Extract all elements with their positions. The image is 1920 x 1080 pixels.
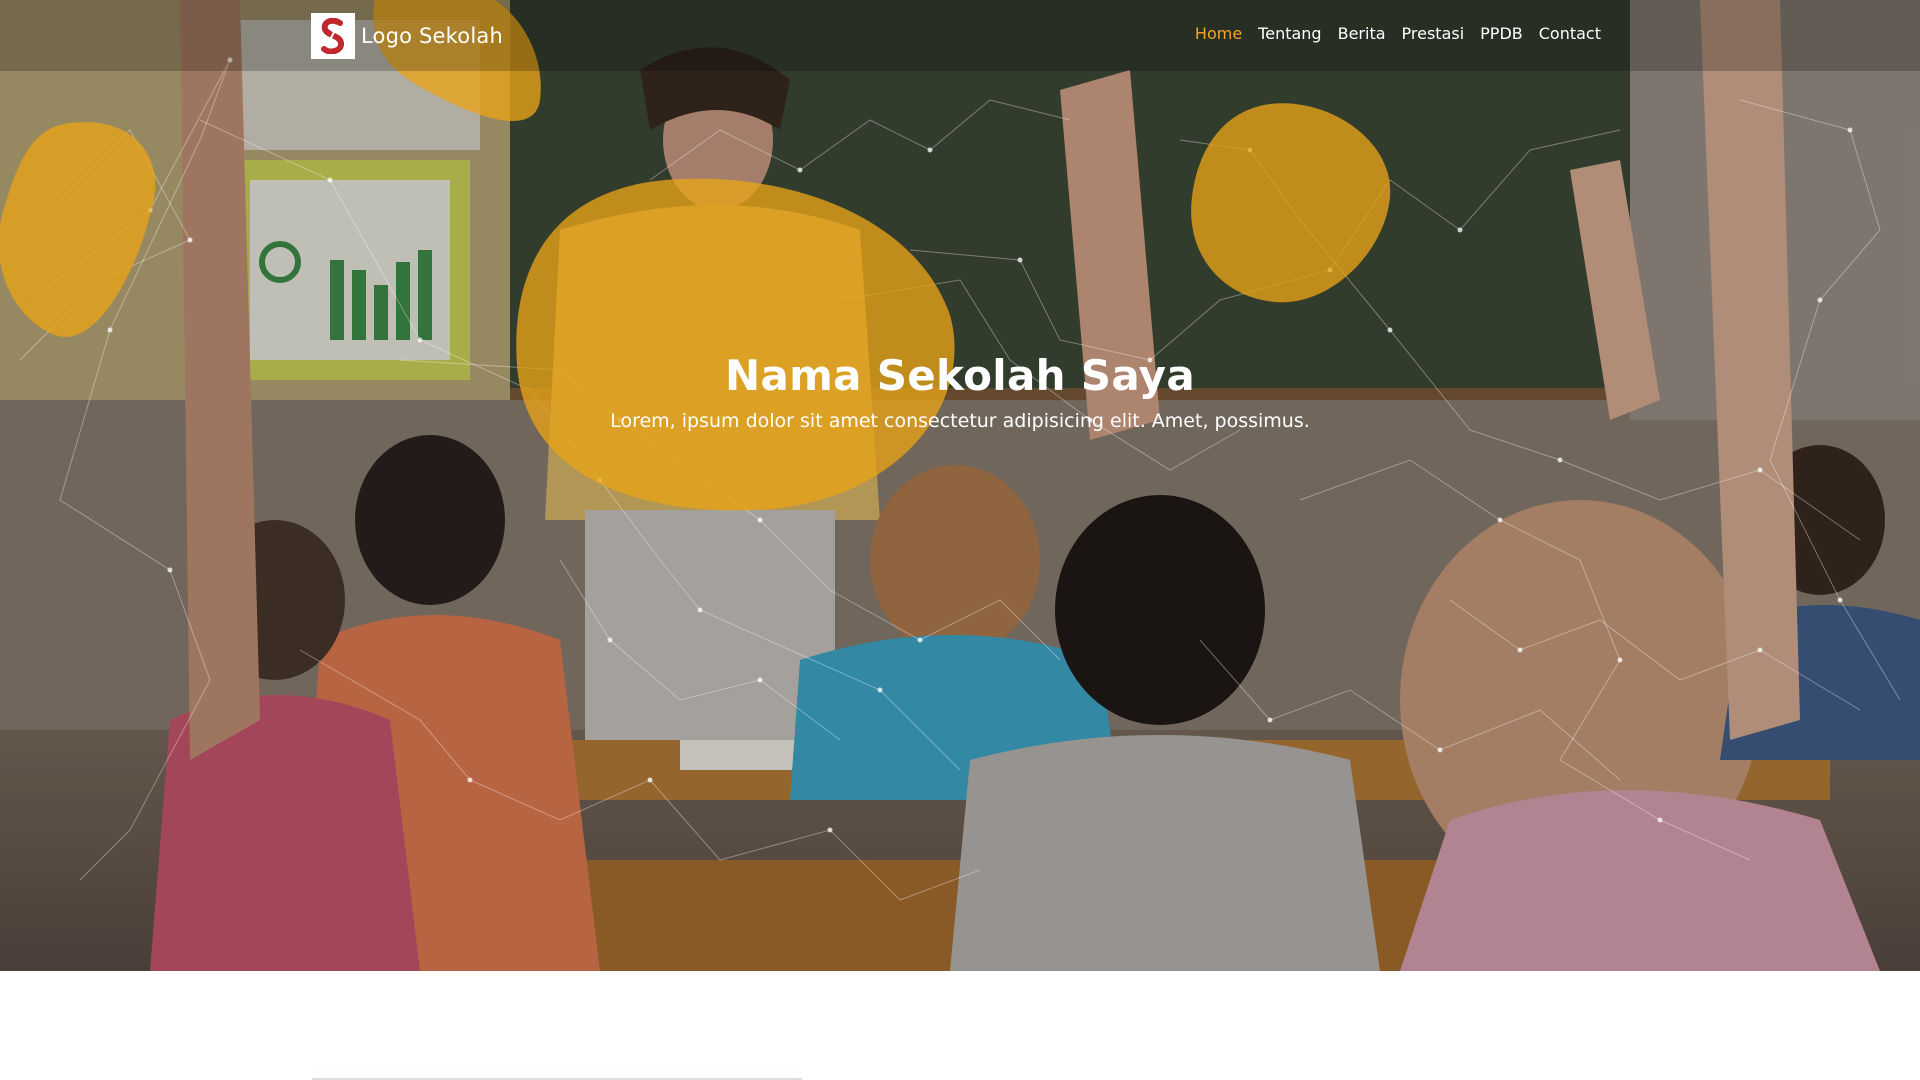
hero-title: Nama Sekolah Saya: [725, 351, 1195, 400]
hero-section: Logo Sekolah Home Tentang Berita Prestas…: [0, 0, 1920, 971]
hero-subtitle: Lorem, ipsum dolor sit amet consectetur …: [610, 410, 1310, 432]
nav-link-home[interactable]: Home: [1195, 23, 1242, 45]
nav-menu: Home Tentang Berita Prestasi PPDB Contac…: [1195, 23, 1601, 45]
top-navbar: Logo Sekolah Home Tentang Berita Prestas…: [0, 0, 1920, 71]
orange-blob-center: [516, 178, 955, 511]
school-logo-icon: [311, 13, 355, 59]
orange-blob-right: [1191, 103, 1391, 303]
brand-link[interactable]: Logo Sekolah: [311, 13, 503, 59]
particle-network-decoration: [19, 57, 1901, 901]
nav-link-contact[interactable]: Contact: [1539, 23, 1601, 45]
nav-link-prestasi[interactable]: Prestasi: [1402, 23, 1465, 45]
nav-link-tentang[interactable]: Tentang: [1258, 23, 1321, 45]
hero-content: Nama Sekolah Saya Lorem, ipsum dolor sit…: [0, 348, 1920, 435]
nav-link-berita[interactable]: Berita: [1338, 23, 1386, 45]
nav-link-ppdb[interactable]: PPDB: [1480, 23, 1523, 45]
brand-name: Logo Sekolah: [361, 24, 503, 48]
orange-blob-top-left: [0, 122, 156, 337]
